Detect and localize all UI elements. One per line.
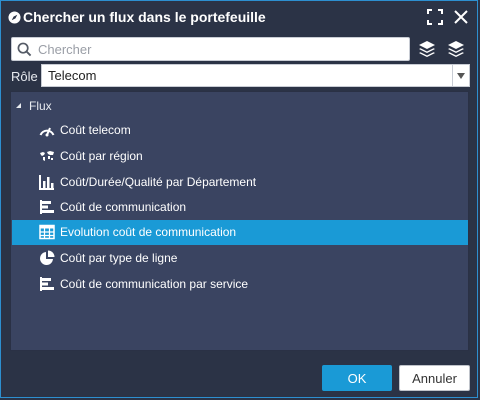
- chevron-down-icon: [457, 72, 465, 79]
- tree-item[interactable]: Coût de communication: [12, 195, 468, 220]
- role-label: Rôle :: [11, 69, 45, 84]
- tree-item[interactable]: Coût de communication par service: [12, 272, 468, 297]
- dropdown-arrow[interactable]: [452, 65, 469, 86]
- flux-tree: Flux Coût telecom Coût par région Coût/D…: [10, 91, 469, 351]
- search-input[interactable]: [38, 39, 398, 59]
- ok-button[interactable]: OK: [322, 365, 392, 391]
- tree-item-label: Coût telecom: [60, 123, 131, 137]
- tree-item-label: Coût par type de ligne: [60, 251, 178, 265]
- tree-item[interactable]: Coût/Durée/Qualité par Département: [12, 170, 468, 195]
- tree-item-label: Coût de communication par service: [60, 277, 249, 291]
- tree-item-label: Coût par région: [60, 149, 143, 163]
- cancel-button[interactable]: Annuler: [399, 365, 470, 391]
- maximize-icon: [427, 9, 443, 25]
- search-icon: [17, 42, 32, 57]
- dialog-title: Chercher un flux dans le portefeuille: [23, 9, 266, 25]
- tree-item-selected[interactable]: Evolution coût de communication: [12, 220, 468, 245]
- layers-button-1[interactable]: [416, 38, 438, 60]
- pie-chart-icon: [40, 250, 55, 265]
- world-map-icon: [40, 151, 54, 161]
- horizontal-bar-chart-icon: [40, 277, 54, 291]
- layers-icon: [448, 41, 464, 57]
- search-box: [11, 37, 410, 61]
- column-chart-icon: [39, 175, 54, 190]
- dialog: Chercher un flux dans le portefeuille Ch…: [0, 0, 478, 398]
- layers-icon: [419, 41, 435, 57]
- tree-item-label: Coût de communication: [60, 200, 187, 214]
- tree-root[interactable]: Flux: [15, 98, 52, 114]
- expand-arrow-icon: [16, 103, 21, 108]
- role-value: Telecom: [48, 68, 97, 83]
- tree-item[interactable]: Coût telecom: [12, 118, 468, 143]
- tree-item[interactable]: Coût par type de ligne: [12, 246, 468, 271]
- close-button[interactable]: [451, 7, 471, 27]
- tree-root-label: Flux: [29, 99, 52, 113]
- title-bar: Chercher un flux dans le portefeuille: [1, 1, 477, 33]
- close-icon: [454, 10, 468, 24]
- tree-item[interactable]: Coût par région: [12, 144, 468, 169]
- maximize-button[interactable]: [425, 7, 445, 27]
- tree-item-label: Evolution coût de communication: [60, 225, 237, 239]
- role-select[interactable]: Telecom: [41, 64, 470, 87]
- tree-item-label: Coût/Durée/Qualité par Département: [60, 175, 257, 189]
- gauge-icon: [39, 127, 55, 137]
- layers-button-2[interactable]: [445, 38, 467, 60]
- table-icon: [39, 224, 55, 240]
- horizontal-bar-chart-icon: [40, 200, 54, 214]
- compass-icon: [8, 11, 21, 24]
